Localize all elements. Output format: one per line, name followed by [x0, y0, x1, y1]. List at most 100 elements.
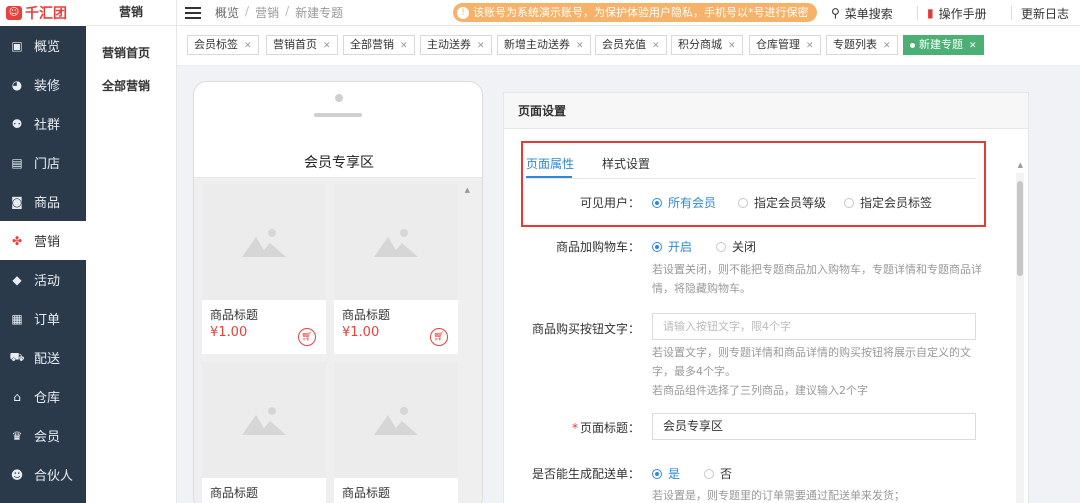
radio-cart-off[interactable]: 关闭	[716, 238, 756, 255]
tab-label: 新增主动送券	[504, 38, 570, 51]
sidebar-item-marketing[interactable]: ✤ 营销	[0, 221, 86, 260]
sidebar-item-member[interactable]: ♛ 会员	[0, 416, 86, 455]
radio-delivery-no[interactable]: 否	[704, 465, 732, 482]
divider	[917, 6, 918, 20]
info-icon: !	[457, 6, 469, 19]
tab-member-recharge[interactable]: 会员充值 ✕	[595, 35, 667, 55]
changelog-button[interactable]: 更新日志	[1011, 0, 1069, 26]
grid-icon: ✤	[11, 233, 23, 248]
scroll-up-icon[interactable]: ▲	[1018, 161, 1023, 169]
sidebar-item-store[interactable]: ▤ 门店	[0, 143, 86, 182]
menu-toggle-icon[interactable]	[185, 6, 201, 19]
palette-icon: ◕	[11, 77, 23, 92]
sub-sidebar-item-all[interactable]: 全部营销	[86, 61, 176, 94]
logo-icon: ☺	[6, 6, 22, 20]
sidebar-item-community[interactable]: ⚉ 社群	[0, 104, 86, 143]
buy-button-text-input[interactable]: 请输入按钮文字，限4个字	[652, 313, 976, 340]
sidebar-item-orders[interactable]: ▦ 订单	[0, 299, 86, 338]
tab-member-tags[interactable]: 会员标签 ✕	[187, 35, 259, 55]
sidebar-item-partner[interactable]: ☻ 合伙人	[0, 455, 86, 494]
tab-style-settings[interactable]: 样式设置	[602, 155, 650, 172]
tab-points-mall[interactable]: 积分商城 ✕	[671, 35, 743, 55]
scrollbar-thumb[interactable]	[1017, 181, 1023, 276]
radio-circle	[652, 197, 662, 208]
radio-label: 否	[720, 467, 733, 481]
tab-marketing-home[interactable]: 营销首页 ✕	[266, 35, 338, 55]
required-mark: *	[571, 421, 578, 435]
main-sidebar: ☺ 千汇团 ▣ 概览 ◕ 装修 ⚉ 社群 ▤ 门店 ◙ 商品 ✤ 营销 ◆ 活动 ▦ 订单 ⛟ 配…	[0, 0, 86, 503]
tab-push-coupon[interactable]: 主动送券 ✕	[420, 35, 492, 55]
close-icon[interactable]: ✕	[477, 41, 485, 51]
preview-page-title[interactable]: 会员专享区	[194, 152, 482, 172]
delivery-help: 若设置是，则专题里的订单需要通过配送单来发货；	[652, 489, 905, 502]
menu-search-button[interactable]: ⚲ 菜单搜索	[831, 0, 893, 26]
product-card[interactable]: 商品标题 ¥1.00 🛒︎	[202, 184, 326, 354]
sidebar-item-activity[interactable]: ◆ 活动	[0, 260, 86, 299]
manual-label: 操作手册	[938, 6, 987, 21]
scroll-up-icon[interactable]: ▲	[465, 186, 470, 194]
tab-page-attributes[interactable]: 页面属性	[526, 155, 574, 172]
sidebar-item-label: 商品	[34, 196, 61, 211]
sidebar-item-overview[interactable]: ▣ 概览	[0, 26, 86, 65]
close-icon[interactable]: ✕	[400, 41, 408, 51]
page-title-label: * 页面标题：	[510, 419, 640, 436]
radio-circle	[844, 197, 854, 208]
product-card[interactable]: 商品标题	[334, 362, 458, 503]
image-placeholder-icon	[374, 407, 418, 435]
sub-sidebar: 营销 营销首页 全部营销	[86, 0, 177, 503]
tab-topic-list[interactable]: 专题列表 ✕	[826, 35, 898, 55]
sidebar-item-decoration[interactable]: ◕ 装修	[0, 65, 86, 104]
radio-delivery-yes[interactable]: 是	[652, 465, 680, 482]
add-cart-help: 若设置关闭，则不能把专题商品加入购物车，专题详情和专题商品详情，将隐藏购物车。	[652, 263, 982, 295]
bag-icon: ◙	[11, 194, 23, 209]
close-icon[interactable]: ✕	[728, 41, 736, 51]
delivery-label: 是否能生成配送单：	[531, 467, 640, 481]
tab-new-topic[interactable]: 新建专题 ✕	[903, 35, 984, 55]
close-icon[interactable]: ✕	[323, 41, 331, 51]
logo[interactable]: ☺ 千汇团	[0, 0, 86, 26]
sidebar-item-label: 合伙人	[34, 469, 74, 484]
radio-member-level[interactable]: 指定会员等级	[738, 194, 826, 211]
product-card[interactable]: 商品标题 ¥1.00 🛒︎	[334, 184, 458, 354]
radio-member-tag[interactable]: 指定会员标签	[844, 194, 932, 211]
sub-sidebar-item-home[interactable]: 营销首页	[86, 26, 176, 61]
cart-icon[interactable]: 🛒︎	[430, 328, 448, 346]
sidebar-item-label: 仓库	[34, 391, 61, 406]
tab-label: 主动送券	[427, 38, 471, 51]
product-title: 商品标题	[210, 486, 259, 500]
phone-speaker	[314, 113, 362, 117]
sidebar-item-delivery[interactable]: ⛟ 配送	[0, 338, 86, 377]
radio-all-members[interactable]: 所有会员	[652, 194, 716, 211]
radio-cart-on[interactable]: 开启	[652, 238, 692, 255]
scrollbar[interactable]	[1016, 173, 1024, 503]
sidebar-item-goods[interactable]: ◙ 商品	[0, 182, 86, 221]
close-icon[interactable]: ✕	[969, 41, 977, 51]
close-icon[interactable]: ✕	[244, 41, 252, 51]
tag-icon: ◆	[12, 272, 22, 287]
product-grid[interactable]: ▲ 商品标题 ¥1.00 🛒︎ 商品标题 ¥1.00 🛒︎ 商品标题 商品标题	[194, 178, 482, 503]
radio-circle	[738, 197, 748, 208]
breadcrumb-overview[interactable]: 概览	[215, 4, 239, 21]
sidebar-item-warehouse[interactable]: ⌂ 仓库	[0, 377, 86, 416]
breadcrumb-separator: /	[285, 4, 290, 18]
close-icon[interactable]: ✕	[652, 41, 660, 51]
tab-label: 仓库管理	[756, 38, 800, 51]
cart-icon[interactable]: 🛒︎	[298, 328, 316, 346]
page-title-input[interactable]: 会员专享区	[652, 413, 976, 440]
workspace: 会员专享区 ▲ 商品标题 ¥1.00 🛒︎ 商品标题 ¥1.00 🛒︎ 商品标题…	[177, 66, 1080, 503]
demo-account-notice: ! 该账号为系统演示账号，为保护体验用户隐私，手机号以*号进行保密	[453, 3, 817, 22]
close-icon[interactable]: ✕	[883, 41, 891, 51]
radio-label: 指定会员等级	[754, 196, 827, 210]
close-icon[interactable]: ✕	[576, 41, 584, 51]
manual-button[interactable]: ▮ 操作手册	[917, 0, 987, 26]
product-image-placeholder	[334, 362, 458, 478]
sidebar-item-label: 门店	[34, 157, 61, 172]
breadcrumb-marketing[interactable]: 营销	[255, 4, 279, 21]
tab-label: 会员充值	[602, 38, 646, 51]
close-icon[interactable]: ✕	[806, 41, 814, 51]
product-card[interactable]: 商品标题	[202, 362, 326, 503]
tab-new-push-coupon[interactable]: 新增主动送券 ✕	[497, 35, 591, 55]
tab-warehouse[interactable]: 仓库管理 ✕	[749, 35, 821, 55]
tab-all-marketing[interactable]: 全部营销 ✕	[343, 35, 415, 55]
page-title-label-text: 页面标题：	[579, 421, 640, 435]
